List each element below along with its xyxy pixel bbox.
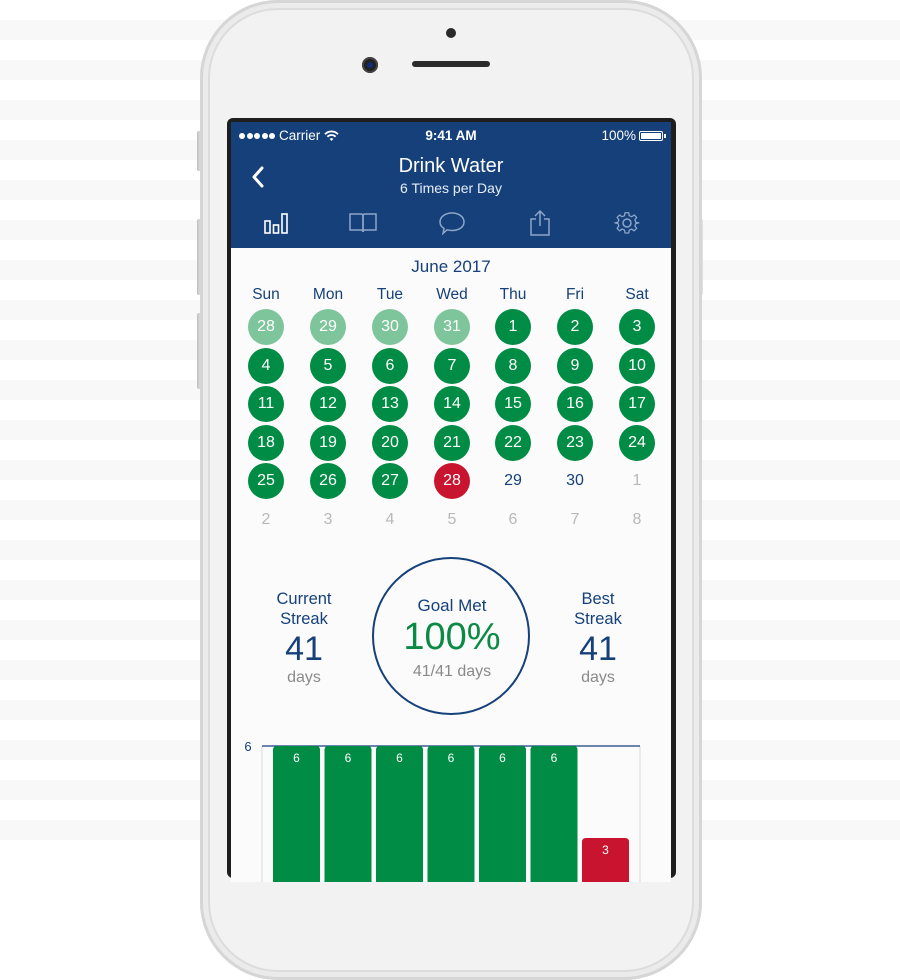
calendar-day-met[interactable]: 18 [248,425,284,461]
current-streak-value: 41 [285,630,323,668]
app-screen: Carrier 9:41 AM 100% Drink Water 6 Times… [231,122,671,882]
book-icon [349,213,377,233]
calendar-day-other: 8 [632,511,642,528]
weekday-thu: Thu [499,286,527,303]
weekday-mon: Mon [312,286,344,303]
calendar-day-past[interactable]: 28 [248,309,284,345]
calendar-day-met[interactable]: 20 [372,425,408,461]
calendar-day-met[interactable]: 9 [557,348,593,384]
calendar-day-met[interactable]: 21 [434,425,470,461]
calendar-day-met[interactable]: 27 [372,463,408,499]
calendar-day-past[interactable]: 29 [310,309,346,345]
current-streak-label: Current Streak [244,589,364,629]
weekday-tue: Tue [376,286,404,303]
calendar-day-met[interactable]: 17 [619,386,655,422]
bar [479,746,526,882]
bar-data-label: 3 [602,843,609,857]
status-bar: Carrier 9:41 AM 100% [231,128,671,146]
calendar-day-past[interactable]: 31 [434,309,470,345]
calendar-day-met[interactable]: 2 [557,309,593,345]
weekday-wed: Wed [436,286,468,303]
calendar-day-met[interactable]: 5 [310,348,346,384]
calendar-day-other: 5 [447,511,457,528]
tab-settings[interactable] [607,206,647,240]
best-streak-unit: days [581,669,615,686]
bar-data-label: 6 [293,751,300,765]
tab-stats[interactable] [256,206,296,240]
calendar-day-other: 7 [570,511,580,528]
calendar-day-met[interactable]: 7 [434,348,470,384]
goal-met-label: Goal Met [417,596,487,615]
bar-chart-icon [264,213,288,234]
bar [273,746,320,882]
calendar-day-met[interactable]: 19 [310,425,346,461]
current-streak-label-line2: Streak [280,610,328,628]
bar-data-label: 6 [448,751,455,765]
calendar-day-met[interactable]: 10 [619,348,655,384]
calendar-day-met[interactable]: 6 [372,348,408,384]
best-streak-label-line1: Best [581,590,615,608]
battery-icon [639,130,666,141]
calendar-day-met[interactable]: 26 [310,463,346,499]
best-streak-label-line2: Streak [574,610,622,628]
proximity-sensor [446,28,456,38]
calendar-day-other: 3 [323,511,333,528]
bar-data-label: 6 [551,751,558,765]
navigation-bar: Carrier 9:41 AM 100% Drink Water 6 Times… [231,122,671,248]
daily-count-bar-chart: 6 6 6 6 6 6 6 3 [244,739,641,882]
calendar-day-met[interactable]: 8 [495,348,531,384]
current-streak-unit: days [287,669,321,686]
gear-icon [614,212,640,234]
calendar-day-met[interactable]: 25 [248,463,284,499]
calendar-day-met[interactable]: 4 [248,348,284,384]
weekday-sun: Sun [252,286,280,303]
calendar-day-met[interactable]: 1 [495,309,531,345]
calendar-day-past[interactable]: 30 [372,309,408,345]
tab-journal[interactable] [343,206,383,240]
calendar-day-missed[interactable]: 28 [434,463,470,499]
tab-bar [231,206,671,240]
weekday-fri: Fri [565,286,585,303]
best-streak-label: Best Streak [538,589,658,629]
speech-bubble-icon [439,212,465,236]
earpiece-speaker [412,61,490,67]
bar [376,746,423,882]
calendar-day-met[interactable]: 24 [619,425,655,461]
bar-data-label: 6 [396,751,403,765]
calendar-day-future[interactable]: 30 [557,463,593,499]
share-icon [530,209,550,236]
bar [324,746,372,882]
calendar-day-met[interactable]: 16 [557,386,593,422]
calendar-day-future[interactable]: 29 [495,463,531,499]
tab-share[interactable] [520,206,560,240]
goal-met-detail: 41/41 days [412,663,492,680]
current-streak-label-line1: Current [276,590,332,608]
calendar-day-met[interactable]: 14 [434,386,470,422]
calendar-day-met[interactable]: 11 [248,386,284,422]
calendar-day-met[interactable]: 13 [372,386,408,422]
y-tick-label: 6 [244,739,251,754]
calendar-month-label: June 2017 [411,257,491,276]
weekday-sat: Sat [625,286,649,303]
calendar-day-met[interactable]: 3 [619,309,655,345]
calendar-day-other: 6 [508,511,518,528]
tab-comments[interactable] [432,206,472,240]
bar [427,746,475,882]
calendar-day-other: 1 [632,472,642,489]
bar [530,746,578,882]
habit-title: Drink Water [398,155,504,177]
front-camera [362,57,378,73]
habit-frequency: 6 Times per Day [400,180,502,196]
battery-percent: 100% [601,128,636,143]
bar-data-label: 6 [499,751,506,765]
calendar-day-met[interactable]: 15 [495,386,531,422]
calendar-day-met[interactable]: 12 [310,386,346,422]
best-streak-value: 41 [579,630,617,668]
calendar-day-met[interactable]: 23 [557,425,593,461]
calendar-day-met[interactable]: 22 [495,425,531,461]
goal-met-percent: 100% [403,616,501,658]
calendar-day-other: 4 [385,511,395,528]
bar-data-label: 6 [345,751,352,765]
calendar-day-other: 2 [261,511,271,528]
